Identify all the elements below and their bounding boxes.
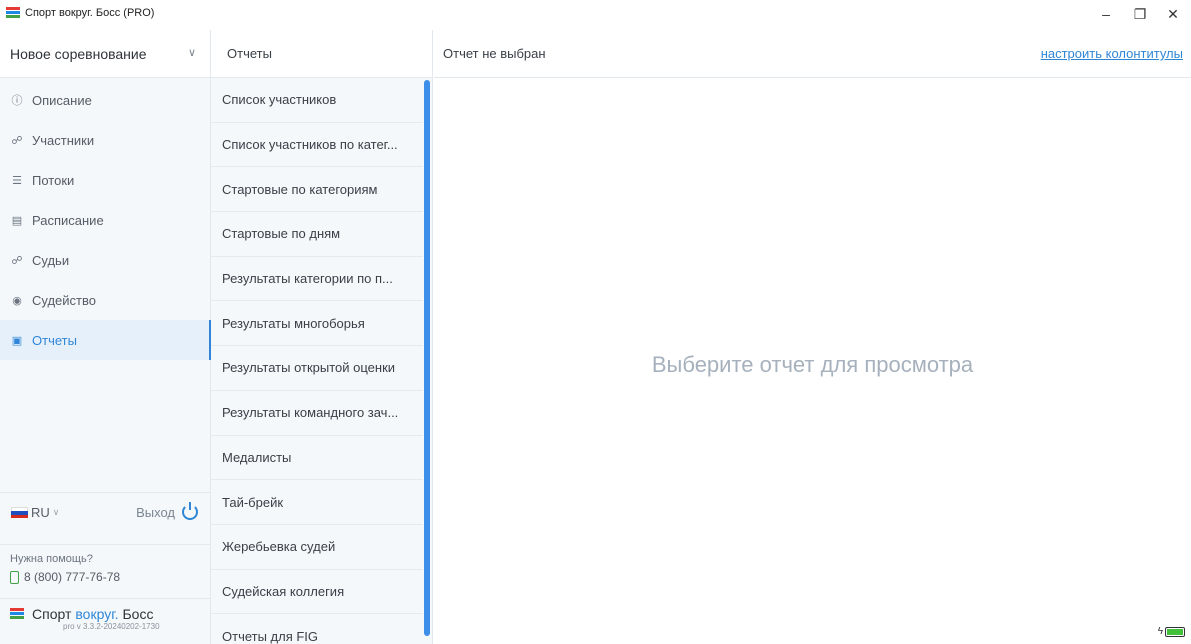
brand-word-2: вокруг.	[75, 606, 119, 622]
info-icon: ⓘ	[11, 95, 23, 107]
sidebar-nav: ⓘ Описание ☍ Участники ☰ Потоки ▤ Расписание ☍ Су…	[0, 80, 211, 360]
brand-logo-icon	[10, 608, 24, 620]
report-list-item[interactable]: Результаты категории по п...	[211, 257, 423, 302]
list-icon: ☰	[12, 174, 22, 187]
sidebar-item-label: Судьи	[32, 252, 70, 268]
battery-indicator: ϟ	[1158, 626, 1185, 637]
report-list-item[interactable]: Результаты многоборья	[211, 301, 423, 347]
sidebar-item-6[interactable]: ▣ Отчеты	[0, 320, 211, 360]
chevron-down-icon: ∨	[52, 507, 60, 517]
sidebar-item-label: Описание	[32, 92, 92, 108]
reports-panel: Отчеты Список участников Список участнико…	[211, 30, 433, 644]
battery-icon	[1165, 626, 1185, 637]
report-list-item[interactable]: Отчеты для FIG	[211, 614, 423, 644]
brand-word-1: Спорт	[32, 606, 72, 622]
viewer-header: Отчет не выбран настроить колонтитулы	[434, 30, 1191, 78]
version-label: pro v 3.3.2-20240202-1730	[63, 622, 160, 631]
report-list-item[interactable]: Список участников по катег...	[211, 123, 423, 168]
help-phone[interactable]: 8 (800) 777-76-78	[10, 570, 210, 584]
phone-icon	[10, 570, 19, 584]
participants-icon: ☍	[11, 134, 23, 147]
sidebar-item-3[interactable]: ▤ Расписание	[0, 200, 210, 240]
sidebar-item-1[interactable]: ☍ Участники	[0, 120, 210, 160]
report-viewer: Отчет не выбран настроить колонтитулы Вы…	[434, 30, 1191, 644]
sidebar: Новое соревнование ∨ ⓘ Описание ☍ Участники…	[0, 30, 211, 644]
report-list: Список участников Список участников по ка…	[211, 78, 423, 644]
phone-number: 8 (800) 777-76-78	[24, 570, 121, 584]
sidebar-item-label: Отчеты	[32, 332, 77, 348]
charging-icon: ϟ	[1157, 626, 1163, 637]
sidebar-item-4[interactable]: ☍ Судьи	[0, 240, 210, 280]
window-title: Спорт вокруг. Босс (PRO)	[25, 7, 155, 19]
russia-flag-icon[interactable]	[11, 507, 28, 518]
power-icon	[182, 502, 198, 520]
report-status: Отчет не выбран	[443, 46, 546, 61]
report-list-item[interactable]: Судейская коллегия	[211, 570, 423, 615]
sidebar-item-label: Расписание	[32, 212, 104, 228]
calendar-icon: ▤	[11, 214, 23, 227]
chevron-down-icon: ∨	[187, 47, 196, 59]
maximize-button[interactable]: ❐	[1124, 2, 1156, 26]
report-list-item[interactable]: Тай-брейк	[211, 480, 423, 525]
configure-headers-link[interactable]: настроить колонтитулы	[1041, 46, 1183, 61]
language-row: RU ∨ Выход	[0, 492, 210, 532]
title-bar: Спорт вокруг. Босс (PRO) – ❐ ✕	[0, 0, 1191, 28]
report-list-item[interactable]: Список участников	[211, 78, 423, 123]
logout-label: Выход	[136, 504, 175, 520]
sidebar-item-5[interactable]: ◉ Судейство	[0, 280, 210, 320]
report-list-item[interactable]: Медалисты	[211, 436, 423, 481]
logout-button[interactable]: Выход	[136, 502, 198, 520]
competition-name: Новое соревнование	[10, 45, 147, 62]
play-circle-icon: ◉	[12, 294, 22, 307]
sidebar-item-0[interactable]: ⓘ Описание	[0, 80, 210, 120]
report-list-item[interactable]: Жеребьевка судей	[211, 525, 423, 570]
report-list-item[interactable]: Стартовые по категориям	[211, 167, 423, 213]
sidebar-item-2[interactable]: ☰ Потоки	[0, 160, 210, 200]
minimize-button[interactable]: –	[1090, 2, 1122, 26]
competition-selector[interactable]: Новое соревнование ∨	[0, 30, 210, 78]
empty-state-message: Выберите отчет для просмотра	[651, 352, 974, 377]
app-logo-icon	[6, 7, 20, 19]
document-icon: ▣	[11, 334, 23, 347]
help-label: Нужна помощь?	[10, 553, 93, 565]
help-section: Нужна помощь? 8 (800) 777-76-78	[0, 544, 210, 598]
report-list-item[interactable]: Результаты открытой оценки	[211, 346, 423, 391]
sidebar-item-label: Судейство	[32, 292, 96, 308]
report-list-item[interactable]: Результаты командного зач...	[211, 391, 423, 436]
reports-scrollbar[interactable]	[424, 80, 430, 636]
language-select[interactable]: RU	[31, 505, 50, 520]
sidebar-item-label: Потоки	[32, 172, 75, 188]
reports-header: Отчеты	[211, 30, 432, 78]
close-button[interactable]: ✕	[1157, 2, 1189, 26]
brand-word-3: Босс	[122, 606, 154, 622]
sidebar-item-label: Участники	[32, 132, 95, 148]
brand-footer: Спорт вокруг. Босс pro v 3.3.2-20240202-…	[0, 598, 210, 644]
judges-icon: ☍	[11, 254, 23, 267]
report-list-item[interactable]: Стартовые по дням	[211, 212, 423, 257]
